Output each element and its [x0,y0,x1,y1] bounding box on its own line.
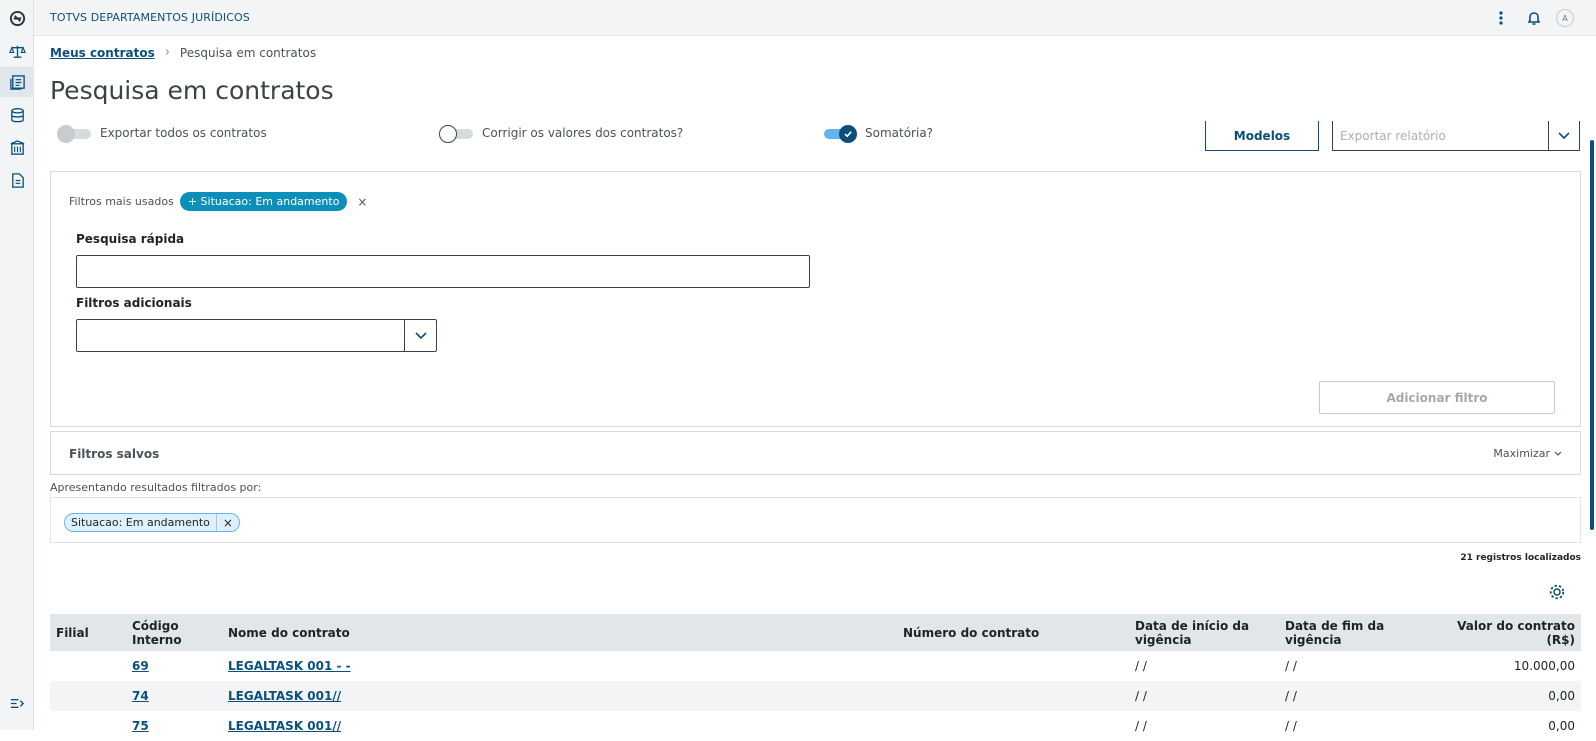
most-used-chip[interactable]: + Situacao: Em andamento [179,192,348,211]
column-header-codigo-interno[interactable]: Código Interno [130,619,228,647]
check-icon [844,131,852,138]
most-used-label: Filtros mais usados [69,195,174,208]
cell-nome-link[interactable]: LEGALTASK 001// [228,689,341,703]
chevron-down-icon[interactable] [404,320,436,351]
breadcrumb-link-meus-contratos[interactable]: Meus contratos [50,46,155,60]
avatar-button[interactable]: A [1555,8,1575,28]
cell-data-inicio: / / [1135,659,1147,673]
breadcrumb-current: Pesquisa em contratos [179,45,317,60]
page-scrollbar[interactable] [1590,140,1594,530]
records-count: 21 registros localizados [1460,553,1581,563]
column-header-filial[interactable]: Filial [50,626,130,640]
quick-search-label: Pesquisa rápida [76,232,185,246]
table-row[interactable]: 69 LEGALTASK 001 - - / / / / 10.000,00 [50,651,1581,681]
column-header-data-inicio[interactable]: Data de início da vigência [1135,619,1285,647]
sum-switch[interactable] [822,124,858,143]
most-used-filters: Filtros mais usados + Situacao: Em andam… [69,192,367,211]
cell-data-fim: / / [1285,719,1297,733]
column-header-nome-do-contrato[interactable]: Nome do contrato [228,626,903,640]
app-logo-icon[interactable] [0,3,34,33]
close-icon[interactable]: × [217,516,239,530]
gear-icon[interactable] [1548,583,1566,601]
active-filter-chip[interactable]: Situacao: Em andamento × [64,513,240,532]
more-options-icon[interactable] [1496,8,1506,28]
table-row[interactable]: 74 LEGALTASK 001// / / / / 0,00 [50,681,1581,711]
avatar: A [1556,9,1574,27]
active-filter-chip-label: Situacao: Em andamento [65,514,217,531]
building-icon[interactable] [0,133,34,163]
cell-nome-link[interactable]: LEGALTASK 001 - - [228,659,351,673]
additional-filters-label: Filtros adicionais [76,296,192,310]
column-header-valor[interactable]: Valor do contrato (R$) [1427,619,1581,647]
export-report-placeholder: Exportar relatório [1340,129,1446,143]
breadcrumb-separator: › [164,45,170,60]
additional-filters-select[interactable] [76,319,437,352]
cell-data-fim: / / [1285,659,1297,673]
document-icon[interactable] [0,165,34,195]
cell-valor: 10.000,00 [1513,659,1575,673]
column-header-numero-do-contrato[interactable]: Número do contrato [903,626,1135,640]
export-report-select[interactable]: Exportar relatório [1332,121,1580,151]
cell-codigo-link[interactable]: 69 [132,659,149,673]
filters-panel: Filtros mais usados + Situacao: Em andam… [50,171,1581,427]
models-button[interactable]: Modelos [1205,121,1319,151]
correct-values-switch[interactable] [439,124,475,143]
column-header-data-fim[interactable]: Data de fim da vigência [1285,619,1427,647]
cell-data-inicio: / / [1135,719,1147,733]
cell-codigo-link[interactable]: 75 [132,719,149,733]
export-all-toggle[interactable]: Exportar todos os contratos [57,123,267,143]
cell-valor: 0,00 [1548,719,1575,733]
add-filter-button[interactable]: Adicionar filtro [1319,381,1555,414]
saved-filters-panel[interactable]: Filtros salvos Maximizar [50,431,1581,475]
cell-valor: 0,00 [1548,689,1575,703]
top-bar: TOTVS DEPARTAMENTOS JURÍDICOS A [34,0,1596,36]
breadcrumb: Meus contratos › Pesquisa em contratos [50,45,316,60]
export-all-switch[interactable] [57,124,93,143]
maximize-button[interactable]: Maximizar [1493,447,1562,460]
active-filters-box: Situacao: Em andamento × [50,497,1581,543]
cell-data-fim: / / [1285,689,1297,703]
saved-filters-title: Filtros salvos [69,447,160,461]
most-used-close-icon[interactable]: × [357,195,367,209]
page-title: Pesquisa em contratos [50,76,334,105]
sum-toggle[interactable]: Somatória? [822,123,933,143]
sum-label: Somatória? [865,126,934,140]
cell-codigo-link[interactable]: 74 [132,689,149,703]
quick-search-input[interactable] [76,255,810,288]
collapse-menu-icon[interactable] [0,688,34,718]
table-header: Filial Código Interno Nome do contrato N… [50,614,1581,651]
database-icon[interactable] [0,100,34,130]
correct-values-label: Corrigir os valores dos contratos? [482,126,684,140]
maximize-label: Maximizar [1493,447,1550,460]
bell-icon[interactable] [1525,8,1543,28]
table-row[interactable]: 75 LEGALTASK 001// / / / / 0,00 [50,711,1581,741]
chevron-down-icon[interactable] [1548,121,1579,150]
cell-nome-link[interactable]: LEGALTASK 001// [228,719,341,733]
sidebar [0,0,34,730]
cell-data-inicio: / / [1135,689,1147,703]
contracts-icon[interactable] [0,67,34,97]
contracts-table: Filial Código Interno Nome do contrato N… [50,614,1581,741]
export-all-label: Exportar todos os contratos [100,126,267,140]
chevron-down-icon [1554,451,1562,456]
app-title: TOTVS DEPARTAMENTOS JURÍDICOS [50,11,250,24]
scales-icon[interactable] [0,36,34,66]
correct-values-toggle[interactable]: Corrigir os valores dos contratos? [439,123,683,143]
results-label: Apresentando resultados filtrados por: [50,481,262,494]
